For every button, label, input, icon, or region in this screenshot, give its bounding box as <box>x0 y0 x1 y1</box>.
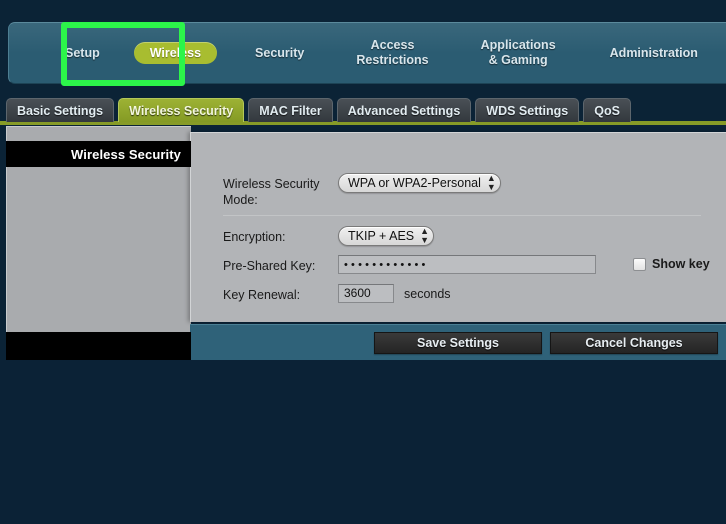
router-admin-screenshot: Setup Wireless Security Access Restricti… <box>0 0 726 524</box>
row-encryption: Encryption: TKIP + AES ▲ ▼ <box>223 226 703 247</box>
key-renewal-unit: seconds <box>404 287 451 302</box>
encryption-select[interactable]: TKIP + AES ▲ ▼ <box>338 226 435 247</box>
tab-wireless-security[interactable]: Wireless Security <box>118 98 245 122</box>
chevron-updown-icon: ▲ ▼ <box>486 173 496 192</box>
show-key-control[interactable]: Show key <box>633 257 710 271</box>
label-encryption: Encryption: <box>223 230 286 245</box>
row-security-mode: Wireless Security Mode: WPA or WPA2-Pers… <box>223 173 703 208</box>
cancel-changes-button[interactable]: Cancel Changes <box>550 331 718 354</box>
sidebar-footer-block <box>6 332 191 360</box>
label-pre-shared-key: Pre-Shared Key: <box>223 259 316 274</box>
pre-shared-key-input[interactable]: •••••••••••• <box>338 255 596 275</box>
key-renewal-input[interactable]: 3600 <box>338 283 394 303</box>
tab-basic-settings[interactable]: Basic Settings <box>6 98 115 122</box>
nav-item-security[interactable]: Security <box>251 46 308 61</box>
sidebar-header: Wireless Security <box>6 141 191 167</box>
save-settings-button[interactable]: Save Settings <box>374 331 542 354</box>
panel-footer: Save Settings Cancel Changes <box>190 324 726 360</box>
row-key-renewal: Key Renewal: 3600 seconds <box>223 283 703 304</box>
row-pre-shared-key: Pre-Shared Key: •••••••••••• Show key <box>223 255 710 275</box>
page-bottom-area <box>0 360 726 524</box>
tab-advanced-settings[interactable]: Advanced Settings <box>336 98 472 122</box>
show-key-checkbox[interactable] <box>633 257 646 271</box>
nav-item-applications-gaming[interactable]: Applications & Gaming <box>477 38 560 68</box>
security-mode-value: WPA or WPA2-Personal <box>348 176 481 190</box>
label-security-mode: Wireless Security Mode: <box>223 177 320 207</box>
secondary-tab-bar: Basic Settings Wireless Security MAC Fil… <box>6 98 631 122</box>
encryption-value: TKIP + AES <box>348 229 415 244</box>
form-separator <box>223 215 701 216</box>
primary-navigation-bar: Setup Wireless Security Access Restricti… <box>8 22 726 84</box>
settings-panel: Wireless Security Mode: WPA or WPA2-Pers… <box>190 132 726 322</box>
tab-wds-settings[interactable]: WDS Settings <box>475 98 580 122</box>
sidebar-header-label: Wireless Security <box>71 146 181 162</box>
tab-mac-filter[interactable]: MAC Filter <box>248 98 333 122</box>
nav-item-wireless[interactable]: Wireless <box>133 41 218 65</box>
wireless-security-form: Wireless Security Mode: WPA or WPA2-Pers… <box>223 173 710 310</box>
label-key-renewal: Key Renewal: <box>223 287 301 302</box>
show-key-label: Show key <box>652 257 710 272</box>
nav-item-setup[interactable]: Setup <box>61 46 104 61</box>
nav-item-administration[interactable]: Administration <box>606 46 702 61</box>
tab-qos[interactable]: QoS <box>583 98 631 122</box>
security-mode-select[interactable]: WPA or WPA2-Personal ▲ ▼ <box>338 173 501 193</box>
chevron-updown-icon: ▲ ▼ <box>420 226 430 246</box>
nav-item-access-restrictions[interactable]: Access Restrictions <box>352 38 432 68</box>
